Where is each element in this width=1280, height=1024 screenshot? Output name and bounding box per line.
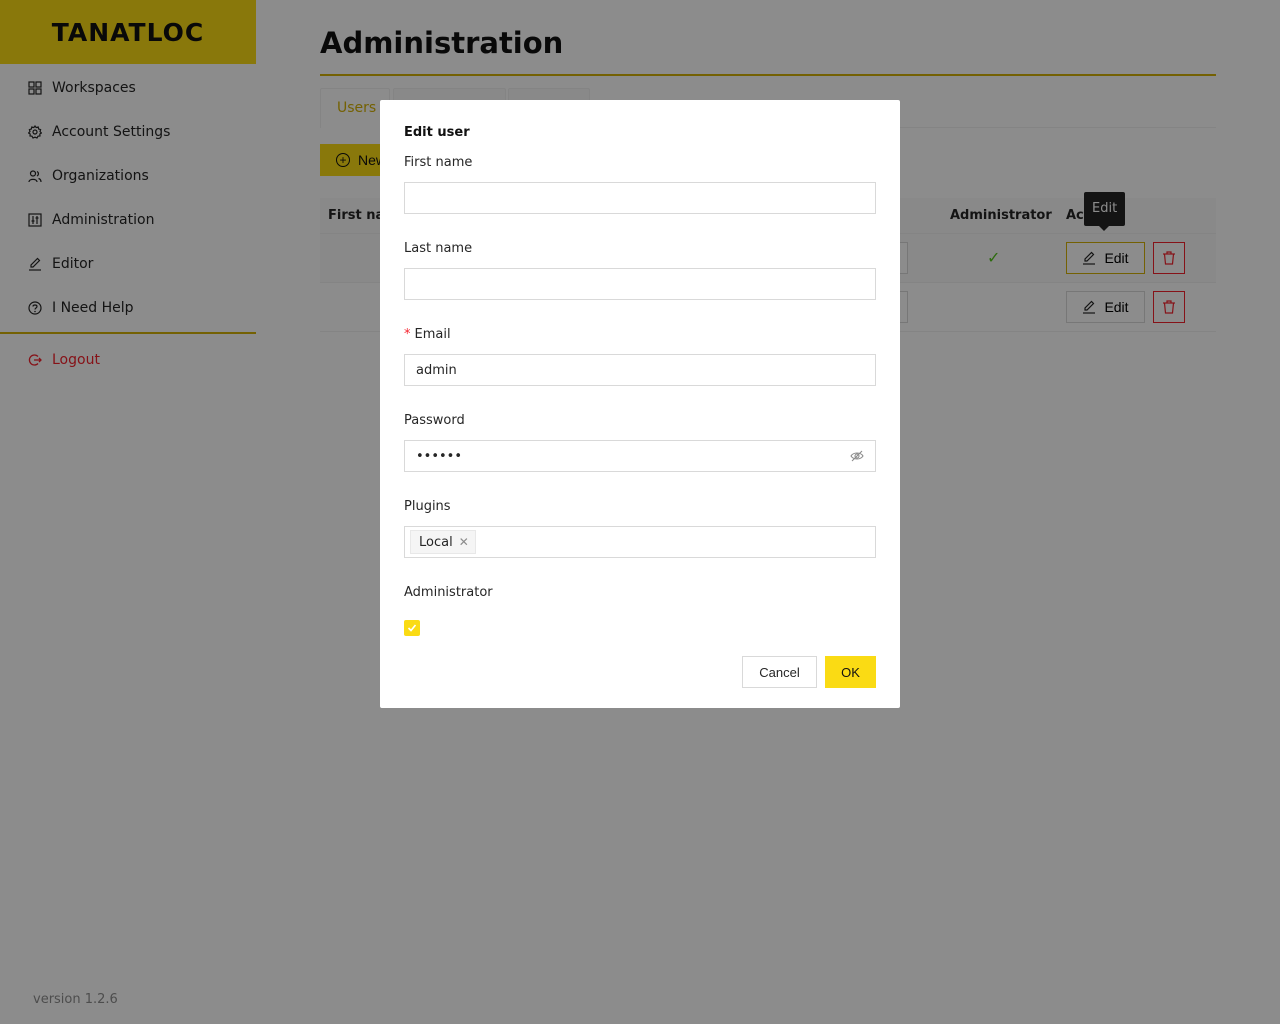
required-mark: *	[404, 327, 411, 342]
last-name-field[interactable]	[404, 268, 876, 300]
plugins-label: Plugins	[404, 499, 451, 514]
email-label-text: Email	[414, 327, 451, 342]
email-field[interactable]: admin	[404, 354, 876, 386]
check-icon	[407, 624, 417, 632]
password-label: Password	[404, 413, 465, 428]
email-label: * Email	[404, 327, 451, 342]
password-value: ••••••	[416, 448, 463, 464]
cancel-button[interactable]: Cancel	[742, 656, 817, 688]
administrator-label: Administrator	[404, 585, 493, 600]
ok-button[interactable]: OK	[825, 656, 876, 688]
plugins-select[interactable]: Local ✕	[404, 526, 876, 558]
plugin-tag-label: Local	[419, 534, 453, 550]
edit-user-dialog: Edit user First name Last name * Email ad…	[380, 100, 900, 708]
last-name-label: Last name	[404, 241, 473, 256]
plugin-tag: Local ✕	[410, 530, 476, 554]
administrator-checkbox[interactable]	[404, 620, 420, 636]
close-icon[interactable]: ✕	[459, 535, 469, 549]
dialog-title: Edit user	[404, 125, 470, 140]
first-name-label: First name	[404, 155, 473, 170]
password-field[interactable]: ••••••	[404, 440, 876, 472]
eye-invisible-icon[interactable]	[850, 449, 864, 463]
first-name-field[interactable]	[404, 182, 876, 214]
